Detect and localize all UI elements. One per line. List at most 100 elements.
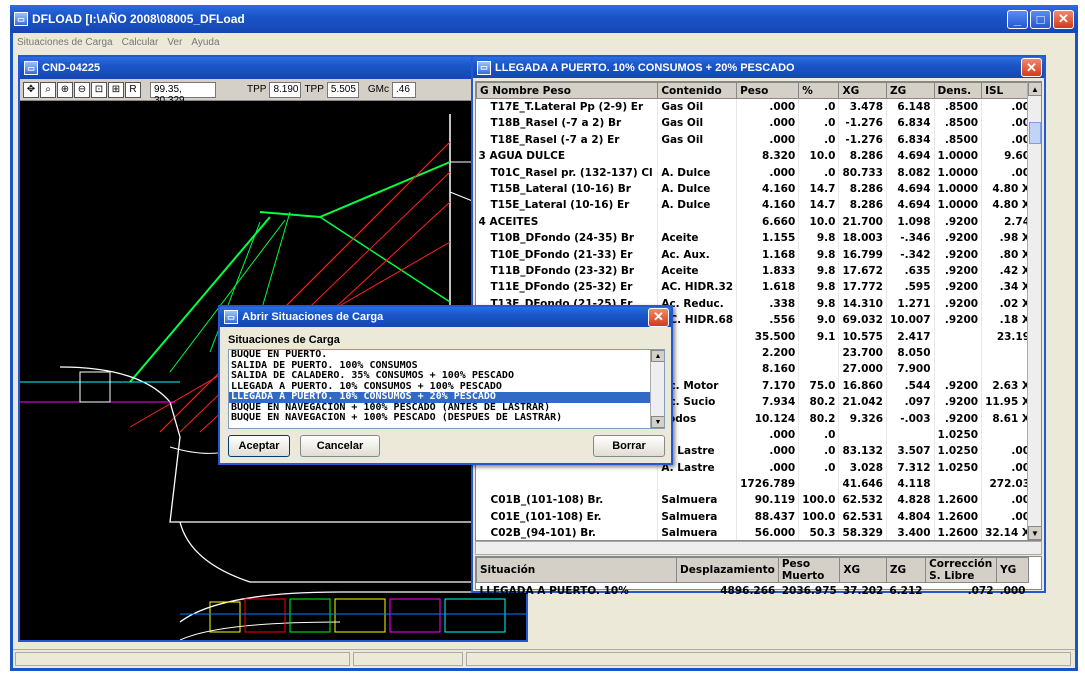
table-cell: 8.286: [838, 148, 887, 165]
list-scroll-down-icon[interactable]: ▼: [651, 416, 664, 428]
table-cell: [657, 475, 738, 493]
scroll-thumb[interactable]: [1029, 122, 1041, 144]
list-scrollbar[interactable]: ▲ ▼: [650, 350, 664, 428]
list-item[interactable]: BUQUE EN NAVEGACION + 100% PESCADO (DESP…: [229, 412, 664, 424]
list-item[interactable]: SALIDA DE CALADERO. 35% CONSUMOS + 100% …: [229, 370, 664, 382]
zoom-out-icon[interactable]: ⊖: [74, 81, 90, 98]
col-zg[interactable]: ZG: [886, 82, 935, 100]
table-cell: C02B_(94-101) Br.: [476, 525, 659, 540]
table-cell: -.003: [886, 410, 935, 427]
redraw-icon[interactable]: R: [125, 81, 141, 98]
pan-icon[interactable]: ✥: [23, 81, 39, 98]
table-cell: 1.0000: [934, 197, 983, 214]
menu-calcular[interactable]: Calcular: [122, 37, 159, 48]
table-cell: T11E_DFondo (25-32) Er: [476, 279, 659, 296]
col-xg[interactable]: XG: [838, 82, 887, 100]
table-cell: .34 X: [981, 279, 1035, 296]
col-dens[interactable]: Dens.: [933, 82, 983, 100]
table-cell: 2.63 X: [981, 377, 1035, 394]
results-close-button[interactable]: ✕: [1021, 58, 1042, 77]
col-pct[interactable]: %: [798, 82, 840, 100]
table-cell: 6.148: [886, 98, 935, 116]
col-isl[interactable]: ISL: [981, 82, 1035, 100]
scroll-up-icon[interactable]: ▲: [1028, 82, 1041, 96]
table-row[interactable]: T15B_Lateral (10-16) Br A. Dulce 4.160 14.7…: [476, 180, 1041, 198]
table-row[interactable]: 1726.789 41.646 4.118 272.03: [476, 475, 1041, 493]
sum-col-situacion: Situación: [476, 557, 677, 583]
table-cell: .8500: [934, 131, 983, 149]
gm-label: GMc: [367, 84, 390, 95]
list-item[interactable]: LLEGADA A PUERTO. 10% CONSUMOS + 20% PES…: [229, 391, 664, 403]
minimize-button[interactable]: _: [1007, 9, 1028, 29]
sum-correccion: .072: [967, 584, 994, 597]
table-cell: 1.2600: [934, 492, 983, 509]
close-button[interactable]: ✕: [1053, 9, 1074, 29]
table-row[interactable]: C02B_(94-101) Br. Salmuera 56.000 50.3 58.32…: [476, 525, 1041, 540]
zoom-icon[interactable]: ⌕: [40, 81, 56, 98]
accept-button[interactable]: Aceptar: [228, 435, 290, 457]
table-row[interactable]: T17E_T.Lateral Pp (2-9) Er Gas Oil .000.0 3…: [476, 98, 1041, 116]
table-cell: 100.0: [798, 508, 840, 526]
zoom-in-icon[interactable]: ⊕: [57, 81, 73, 98]
load-case-list[interactable]: BUQUE EN PUERTO. SALIDA DE PUERTO. 100% C…: [228, 349, 665, 429]
table-cell: 56.000: [736, 525, 800, 540]
app-title: DFLOAD [I:\AÑO 2008\08005_DFLoad: [32, 12, 245, 26]
table-cell: .9200: [934, 213, 983, 231]
col-peso[interactable]: Peso: [736, 82, 800, 100]
table-cell: 100.0: [798, 492, 840, 509]
table-cell: .097: [886, 393, 935, 411]
table-row[interactable]: T01C_Rasel pr. (132-137) Cl A. Dulce .000.…: [476, 164, 1041, 181]
table-row[interactable]: T15E_Lateral (10-16) Er A. Dulce 4.160 14.7…: [476, 197, 1041, 214]
table-cell: 3.400: [886, 525, 935, 540]
table-cell: .595: [886, 279, 935, 296]
list-item[interactable]: BUQUE EN PUERTO.: [229, 350, 664, 361]
table-row[interactable]: T10B_DFondo (24-35) Br Aceite 1.155 9.8 18.0…: [476, 230, 1041, 247]
table-cell: .338: [736, 295, 800, 312]
table-row[interactable]: C01E_(101-108) Er. Salmuera 88.437 100.0 62.…: [476, 508, 1041, 526]
table-cell: [934, 361, 983, 378]
table-row[interactable]: T10E_DFondo (21-33) Er Ac. Aux. 1.168 9.8 16…: [476, 246, 1041, 263]
table-cell: .9200: [934, 246, 983, 263]
table-cell: .544: [886, 377, 935, 394]
zoom-extents-icon[interactable]: ⊞: [108, 81, 124, 98]
table-row[interactable]: T18B_Rasel (-7 a 2) Br Gas Oil .000.0 -1.27…: [476, 115, 1041, 132]
table-row[interactable]: T18E_Rasel (-7 a 2) Er Gas Oil .000.0 -1.27…: [476, 131, 1041, 149]
table-cell: 4.694: [886, 148, 935, 165]
maximize-button[interactable]: □: [1030, 9, 1051, 29]
cancel-button[interactable]: Cancelar: [300, 435, 380, 457]
table-cell: T10B_DFondo (24-35) Br: [476, 230, 659, 247]
list-scroll-up-icon[interactable]: ▲: [651, 350, 664, 362]
sum-situacion: LLEGADA A PUERTO. 10%: [479, 584, 629, 597]
table-row[interactable]: 4 ACEITES 6.660 10.0 21.700 1.098.9200 2.74: [476, 213, 1041, 231]
menu-situaciones[interactable]: Situaciones de Carga: [17, 37, 113, 48]
summary-row: LLEGADA A PUERTO. 10% 4896.266 2036.975 …: [477, 583, 1029, 599]
table-cell: 7.312: [886, 459, 935, 476]
table-cell: 8.082: [886, 164, 935, 181]
table-cell: 3.028: [838, 459, 887, 476]
table-row[interactable]: C01B_(101-108) Br. Salmuera 90.119 100.0 62.…: [476, 492, 1041, 509]
dialog-close-button[interactable]: ✕: [648, 307, 669, 327]
table-row[interactable]: 3 AGUA DULCE 8.320 10.0 8.286 4.694 1.0000 9.6…: [476, 148, 1041, 165]
scroll-down-icon[interactable]: ▼: [1028, 526, 1041, 540]
table-cell: 1.0000: [934, 180, 983, 198]
menu-ver[interactable]: Ver: [167, 37, 182, 48]
table-row[interactable]: T11B_DFondo (23-32) Br Aceite 1.833 9.8 17.6…: [476, 262, 1041, 280]
tpp1-label: TPP: [247, 84, 267, 95]
delete-button[interactable]: Borrar: [593, 435, 665, 457]
table-cell: 1.098: [886, 213, 935, 231]
table-cell: 80.2: [798, 393, 840, 411]
table-cell: [657, 213, 738, 231]
col-nombre[interactable]: G Nombre Peso: [476, 82, 659, 100]
table-row[interactable]: T11E_DFondo (25-32) Er AC. HIDR.32 1.618 9.…: [476, 279, 1041, 296]
table-cell: .8500: [934, 98, 983, 116]
status-panel-3: [466, 652, 1071, 666]
grid-horizontal-scrollbar[interactable]: [475, 541, 1042, 555]
menu-ayuda[interactable]: Ayuda: [191, 37, 219, 48]
grid-vertical-scrollbar[interactable]: ▲ ▼: [1027, 82, 1041, 540]
table-cell: [476, 475, 659, 493]
table-cell: .0: [798, 443, 840, 460]
col-contenido[interactable]: Contenido: [657, 82, 738, 100]
table-cell: [981, 344, 1035, 362]
zoom-window-icon[interactable]: ⊡: [91, 81, 107, 98]
table-cell: .9200: [934, 279, 983, 296]
